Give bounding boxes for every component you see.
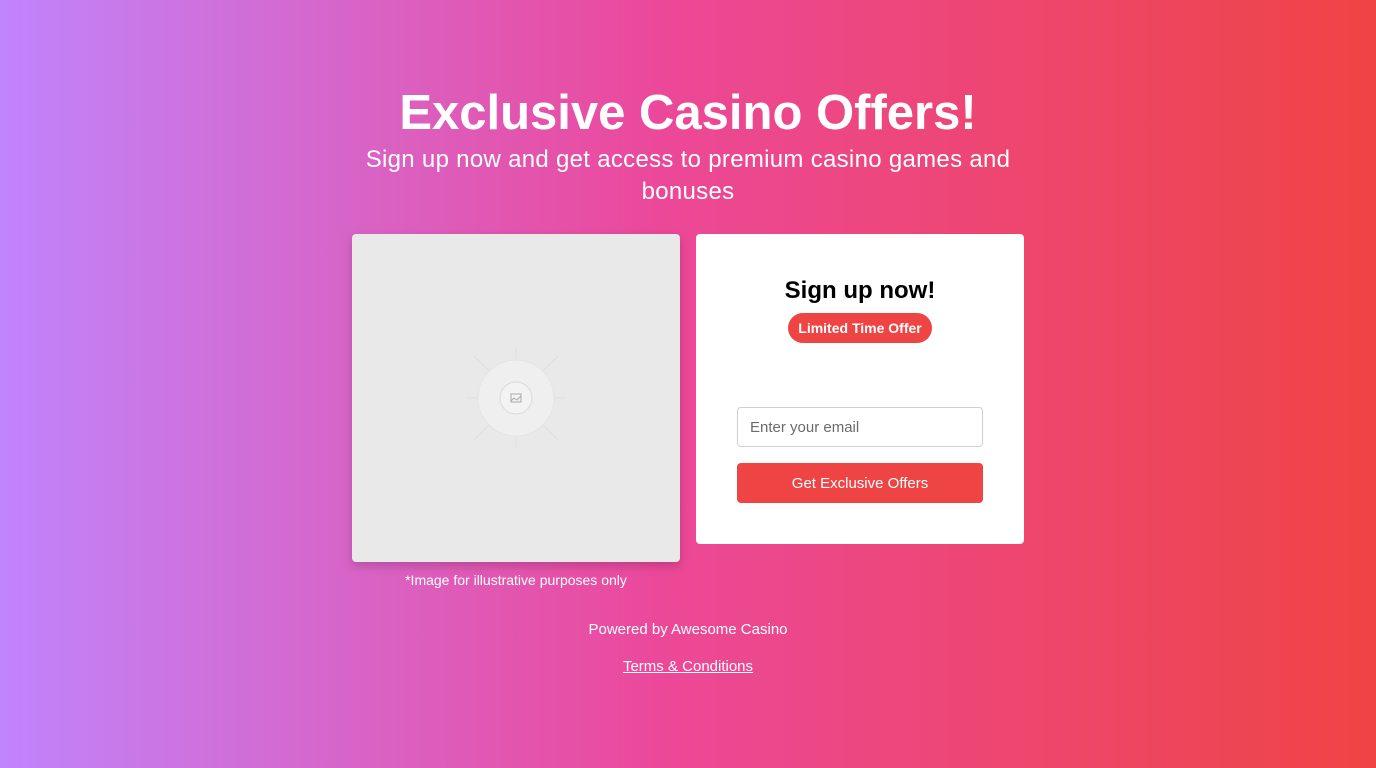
page-subtitle: Sign up now and get access to premium ca…: [365, 146, 1011, 205]
get-offers-button[interactable]: Get Exclusive Offers: [737, 463, 983, 503]
hero-section: Exclusive Casino Offers! Sign up now and…: [0, 84, 1376, 208]
limited-offer-badge: Limited Time Offer: [788, 313, 932, 343]
signup-title: Sign up now!: [784, 277, 936, 304]
promo-image: [352, 234, 680, 562]
powered-by-text: Powered by Awesome Casino: [588, 621, 788, 638]
image-placeholder-icon: [466, 348, 566, 448]
image-caption: *Image for illustrative purposes only: [405, 572, 627, 588]
email-input[interactable]: [737, 407, 983, 447]
terms-container: Terms & Conditions: [0, 658, 1376, 676]
terms-link[interactable]: Terms & Conditions: [623, 658, 753, 675]
signup-card: Sign up now! Limited Time Offer Get Excl…: [696, 234, 1024, 544]
page-title: Exclusive Casino Offers!: [399, 86, 977, 140]
